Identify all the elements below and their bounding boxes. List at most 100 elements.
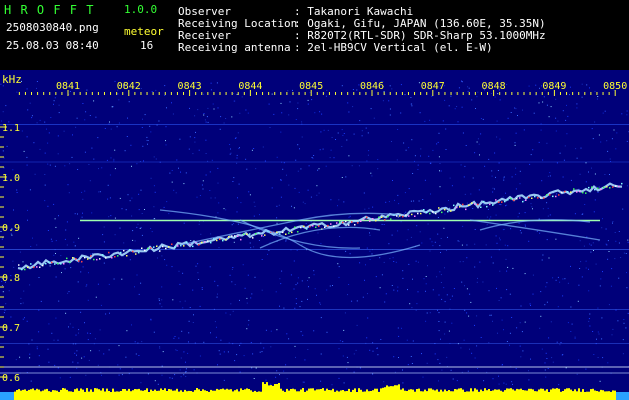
noise-pixel — [88, 272, 89, 274]
level-bar-segment — [158, 390, 160, 400]
noise-pixel — [176, 350, 178, 351]
noise-pixel — [434, 241, 436, 243]
noise-pixel — [409, 303, 411, 305]
noise-pixel — [69, 163, 71, 165]
noise-pixel — [75, 126, 77, 128]
noise-pixel — [492, 320, 493, 322]
trace-speckle — [483, 200, 485, 203]
level-bar-segment — [590, 389, 592, 400]
value-antenna: : 2el-HB9CV Vertical (el. E-W) — [294, 41, 493, 54]
noise-pixel — [142, 118, 143, 120]
level-bar-segment — [200, 391, 202, 400]
noise-pixel — [2, 291, 4, 293]
noise-pixel — [570, 265, 571, 267]
noise-pixel — [197, 272, 199, 274]
level-bar-segment — [166, 391, 168, 400]
noise-pixel — [301, 136, 303, 138]
trace-speckle — [435, 212, 437, 215]
noise-pixel — [542, 101, 544, 103]
noise-pixel — [164, 85, 166, 87]
noise-pixel — [612, 221, 614, 223]
noise-pixel — [84, 190, 86, 192]
noise-pixel — [209, 190, 211, 191]
noise-pixel — [320, 317, 322, 319]
level-bar-segment — [152, 390, 154, 400]
noise-pixel — [436, 276, 438, 278]
noise-pixel — [59, 377, 61, 379]
trace-speckle — [354, 224, 356, 226]
noise-pixel — [103, 226, 105, 228]
noise-pixel — [119, 227, 121, 229]
noise-pixel — [621, 113, 623, 115]
noise-pixel — [496, 120, 498, 122]
level-bar-segment — [52, 390, 54, 400]
trace-speckle — [255, 233, 257, 235]
noise-pixel — [286, 333, 288, 335]
trace-speckle — [438, 207, 440, 209]
noise-pixel — [592, 138, 594, 140]
level-bar-segment — [348, 388, 350, 400]
noise-pixel — [263, 236, 265, 237]
noise-pixel — [172, 299, 174, 301]
noise-pixel — [332, 285, 333, 286]
noise-pixel — [398, 357, 399, 358]
noise-pixel — [546, 301, 548, 303]
noise-pixel — [161, 255, 163, 257]
noise-pixel — [368, 150, 370, 152]
noise-pixel — [313, 155, 315, 156]
noise-pixel — [480, 118, 482, 119]
noise-pixel — [591, 128, 593, 130]
trace-speckle — [18, 264, 20, 266]
noise-pixel — [199, 355, 201, 357]
level-bar-segment — [268, 385, 270, 400]
trace-speckle — [453, 204, 455, 207]
trace-speckle — [327, 224, 329, 227]
noise-pixel — [364, 279, 365, 281]
noise-pixel — [32, 237, 33, 239]
noise-pixel — [576, 103, 578, 105]
trace-speckle — [621, 182, 623, 185]
noise-pixel — [185, 368, 187, 370]
noise-pixel — [403, 142, 405, 144]
level-bar-segment — [388, 386, 390, 400]
noise-pixel — [379, 287, 381, 289]
noise-pixel — [449, 207, 451, 209]
noise-pixel — [276, 205, 278, 207]
level-bar-segment — [506, 388, 508, 400]
level-bar-segment — [312, 388, 314, 400]
noise-pixel — [67, 292, 69, 294]
noise-pixel — [64, 165, 66, 167]
trace-speckle — [549, 194, 551, 196]
noise-pixel — [294, 187, 296, 189]
noise-pixel — [329, 157, 331, 159]
level-bar-segment — [408, 389, 410, 400]
level-bar-segment — [422, 391, 424, 400]
noise-pixel — [316, 185, 318, 187]
level-bar-segment — [468, 391, 470, 400]
noise-pixel — [109, 121, 110, 123]
level-bar-segment — [406, 391, 408, 400]
noise-pixel — [312, 157, 314, 159]
noise-pixel — [319, 302, 321, 304]
noise-pixel — [595, 263, 597, 265]
noise-pixel — [285, 240, 287, 242]
noise-pixel — [454, 92, 456, 94]
level-bar-segment — [528, 388, 530, 400]
noise-pixel — [359, 262, 361, 264]
level-bar-segment — [184, 389, 186, 400]
level-bar-segment — [238, 391, 240, 400]
noise-pixel — [294, 345, 296, 347]
noise-pixel — [552, 361, 554, 363]
level-bar-segment — [454, 389, 456, 400]
noise-pixel — [515, 188, 517, 190]
noise-pixel — [252, 353, 254, 355]
count-value: 16 — [140, 39, 154, 52]
noise-pixel — [202, 180, 204, 182]
noise-pixel — [352, 106, 354, 108]
level-bar-segment — [512, 389, 514, 400]
noise-pixel — [27, 209, 28, 211]
noise-pixel — [623, 322, 625, 324]
noise-pixel — [110, 128, 112, 130]
trace-speckle — [336, 222, 338, 224]
noise-pixel — [505, 205, 506, 207]
